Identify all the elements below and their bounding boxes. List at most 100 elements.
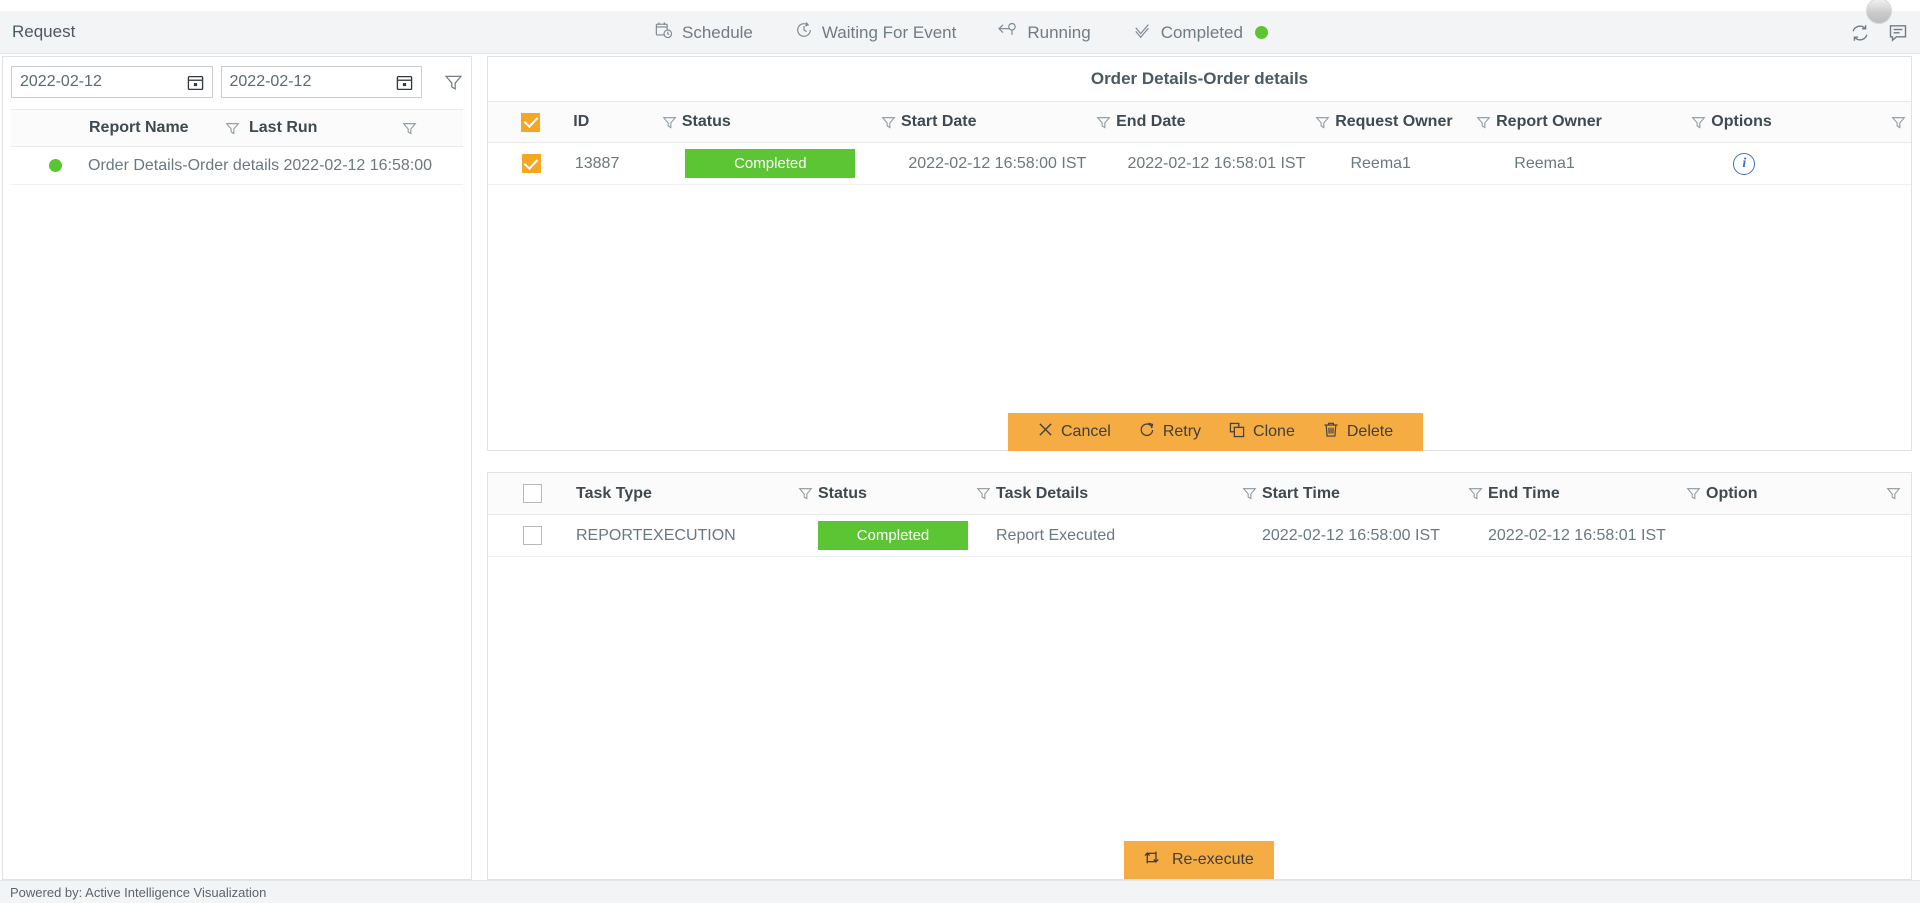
re-execute-button[interactable]: Re-execute xyxy=(1124,841,1274,879)
tab-running-label: Running xyxy=(1027,23,1090,43)
request-details-panel: Order Details-Order details ID Status St… xyxy=(487,56,1912,451)
status-badge: Completed xyxy=(685,149,855,178)
column-task-details: Task Details xyxy=(996,485,1236,503)
copy-icon xyxy=(1229,422,1245,443)
cancel-label: Cancel xyxy=(1061,423,1111,441)
refresh-icon xyxy=(1139,422,1155,443)
top-bar: Request Schedule xyxy=(0,11,1920,54)
filter-icon[interactable] xyxy=(1091,115,1116,130)
task-details-panel: Task Type Status Task Details Start Time… xyxy=(487,472,1912,880)
column-status: Status xyxy=(682,113,876,131)
column-start-date: Start Date xyxy=(901,113,1091,131)
tab-running[interactable]: Running xyxy=(998,21,1090,44)
cancel-button[interactable]: Cancel xyxy=(1024,422,1125,442)
column-end-date: End Date xyxy=(1116,113,1310,131)
tab-completed[interactable]: Completed xyxy=(1133,21,1268,44)
double-check-icon xyxy=(1133,21,1152,44)
retry-button[interactable]: Retry xyxy=(1125,422,1215,443)
filter-icon[interactable] xyxy=(792,486,818,501)
select-all-checkbox[interactable] xyxy=(521,113,540,132)
table-row[interactable]: REPORTEXECUTION Completed Report Execute… xyxy=(488,515,1911,557)
application-root: Request Schedule xyxy=(0,0,1920,903)
refresh-icon[interactable] xyxy=(1850,23,1870,43)
cell-start-date: 2022-02-12 16:58:00 IST xyxy=(908,155,1101,173)
filter-icon[interactable] xyxy=(1236,486,1262,501)
comment-icon[interactable] xyxy=(1888,23,1908,43)
column-id: ID xyxy=(573,113,656,131)
re-execute-label: Re-execute xyxy=(1172,851,1254,869)
calendar-icon[interactable] xyxy=(396,74,413,96)
report-name: Order Details-Order details xyxy=(88,157,283,175)
column-last-run: Last Run xyxy=(243,119,398,137)
filter-icon[interactable] xyxy=(398,121,420,136)
reports-sidebar: 2022-02-12 2022-02-12 xyxy=(2,56,472,880)
cell-request-owner: Reema1 xyxy=(1350,155,1488,173)
trash-icon xyxy=(1323,422,1339,443)
request-table-header: ID Status Start Date End Date Request Ow… xyxy=(488,101,1911,143)
cell-task-status: Completed xyxy=(818,521,970,550)
nav-tabs: Schedule Waiting For Event xyxy=(655,11,1268,54)
footer: Powered by: Active Intelligence Visualiz… xyxy=(0,880,1920,903)
retry-label: Retry xyxy=(1163,423,1201,441)
clock-icon xyxy=(795,21,813,44)
report-last-run: 2022-02-12 16:58:00 xyxy=(283,157,463,175)
select-all-checkbox-cell xyxy=(488,113,573,132)
row-checkbox[interactable] xyxy=(522,154,541,173)
tab-schedule-label: Schedule xyxy=(682,23,753,43)
reexecute-icon xyxy=(1144,849,1163,871)
filter-icon[interactable] xyxy=(1686,115,1711,130)
footer-text: Powered by: Active Intelligence Visualiz… xyxy=(10,885,266,900)
date-from-input[interactable]: 2022-02-12 xyxy=(11,66,213,98)
close-icon xyxy=(1038,422,1053,442)
filter-icon[interactable] xyxy=(1462,486,1488,501)
column-option: Option xyxy=(1706,485,1880,503)
cell-end-time: 2022-02-12 16:58:01 IST xyxy=(1488,527,1680,545)
tab-waiting-for-event-label: Waiting For Event xyxy=(822,23,956,43)
filter-icon[interactable] xyxy=(1471,115,1496,130)
request-action-bar: Cancel Retry Clone xyxy=(1008,413,1423,451)
request-panel-title: Order Details-Order details xyxy=(488,57,1911,89)
tab-waiting-for-event[interactable]: Waiting For Event xyxy=(795,21,956,44)
filter-icon[interactable] xyxy=(876,115,901,130)
table-row[interactable]: 13887 Completed 2022-02-12 16:58:00 IST … xyxy=(488,143,1911,185)
delete-button[interactable]: Delete xyxy=(1309,422,1407,443)
date-to-input[interactable]: 2022-02-12 xyxy=(221,66,423,98)
task-table-header: Task Type Status Task Details Start Time… xyxy=(488,473,1911,515)
task-row-checkbox[interactable] xyxy=(523,526,542,545)
tab-schedule[interactable]: Schedule xyxy=(655,21,753,44)
cell-report-owner: Reema1 xyxy=(1514,155,1707,173)
date-from-value: 2022-02-12 xyxy=(20,73,102,91)
info-icon[interactable]: i xyxy=(1733,153,1755,175)
sidebar-filter-icon[interactable] xyxy=(444,73,463,92)
status-badge: Completed xyxy=(818,521,968,550)
clone-button[interactable]: Clone xyxy=(1215,422,1309,443)
list-item[interactable]: Order Details-Order details 2022-02-12 1… xyxy=(11,147,463,185)
column-request-owner: Request Owner xyxy=(1335,113,1471,131)
cell-options: i xyxy=(1733,153,1911,175)
date-filter-row: 2022-02-12 2022-02-12 xyxy=(3,57,471,99)
tab-completed-label: Completed xyxy=(1161,23,1243,43)
filter-icon[interactable] xyxy=(1680,486,1706,501)
filter-icon[interactable] xyxy=(1310,115,1335,130)
cell-end-date: 2022-02-12 16:58:01 IST xyxy=(1127,155,1324,173)
arrow-clock-icon xyxy=(998,21,1018,44)
delete-label: Delete xyxy=(1347,423,1393,441)
column-report-name: Report Name xyxy=(11,119,221,137)
task-select-all-checkbox[interactable] xyxy=(523,484,542,503)
status-dot xyxy=(49,159,62,172)
calendar-icon[interactable] xyxy=(187,74,204,96)
filter-icon[interactable] xyxy=(1880,486,1906,501)
filter-icon[interactable] xyxy=(657,115,682,130)
filter-icon[interactable] xyxy=(970,486,996,501)
filter-icon[interactable] xyxy=(221,121,243,136)
cell-status: Completed xyxy=(685,149,882,178)
calendar-clock-icon xyxy=(655,21,673,44)
row-checkbox-cell xyxy=(488,154,575,173)
cell-task-type: REPORTEXECUTION xyxy=(576,527,792,545)
date-to-value: 2022-02-12 xyxy=(230,73,312,91)
column-options: Options xyxy=(1711,113,1885,131)
filter-icon[interactable] xyxy=(1886,115,1911,130)
task-row-checkbox-cell xyxy=(488,526,576,545)
cell-task-details: Report Executed xyxy=(996,527,1236,545)
column-task-status: Status xyxy=(818,485,970,503)
